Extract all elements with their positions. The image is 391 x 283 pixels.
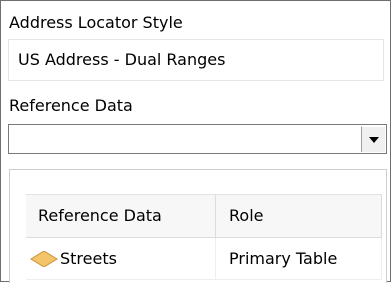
column-header-reference-data[interactable]: Reference Data: [26, 195, 216, 237]
diamond-icon: [30, 251, 58, 267]
column-header-role[interactable]: Role: [216, 195, 382, 237]
address-locator-style-field[interactable]: US Address - Dual Ranges: [8, 39, 384, 81]
reference-data-label: Reference Data: [9, 96, 133, 115]
reference-data-grid-panel: Reference Data Role Streets Primary Tabl…: [9, 169, 387, 283]
reference-data-cell[interactable]: Streets: [26, 238, 216, 279]
table-row[interactable]: Streets Primary Table: [26, 238, 382, 280]
reference-data-table: Reference Data Role Streets Primary Tabl…: [26, 194, 382, 280]
table-header-row: Reference Data Role: [26, 194, 382, 238]
chevron-down-icon[interactable]: [361, 126, 385, 152]
reference-data-name: Streets: [60, 249, 117, 268]
address-locator-style-label: Address Locator Style: [9, 13, 183, 32]
role-cell[interactable]: Primary Table: [216, 238, 382, 279]
address-locator-style-value: US Address - Dual Ranges: [18, 50, 226, 69]
address-locator-panel: Address Locator Style US Address - Dual …: [0, 0, 391, 283]
reference-data-dropdown[interactable]: [8, 124, 387, 154]
